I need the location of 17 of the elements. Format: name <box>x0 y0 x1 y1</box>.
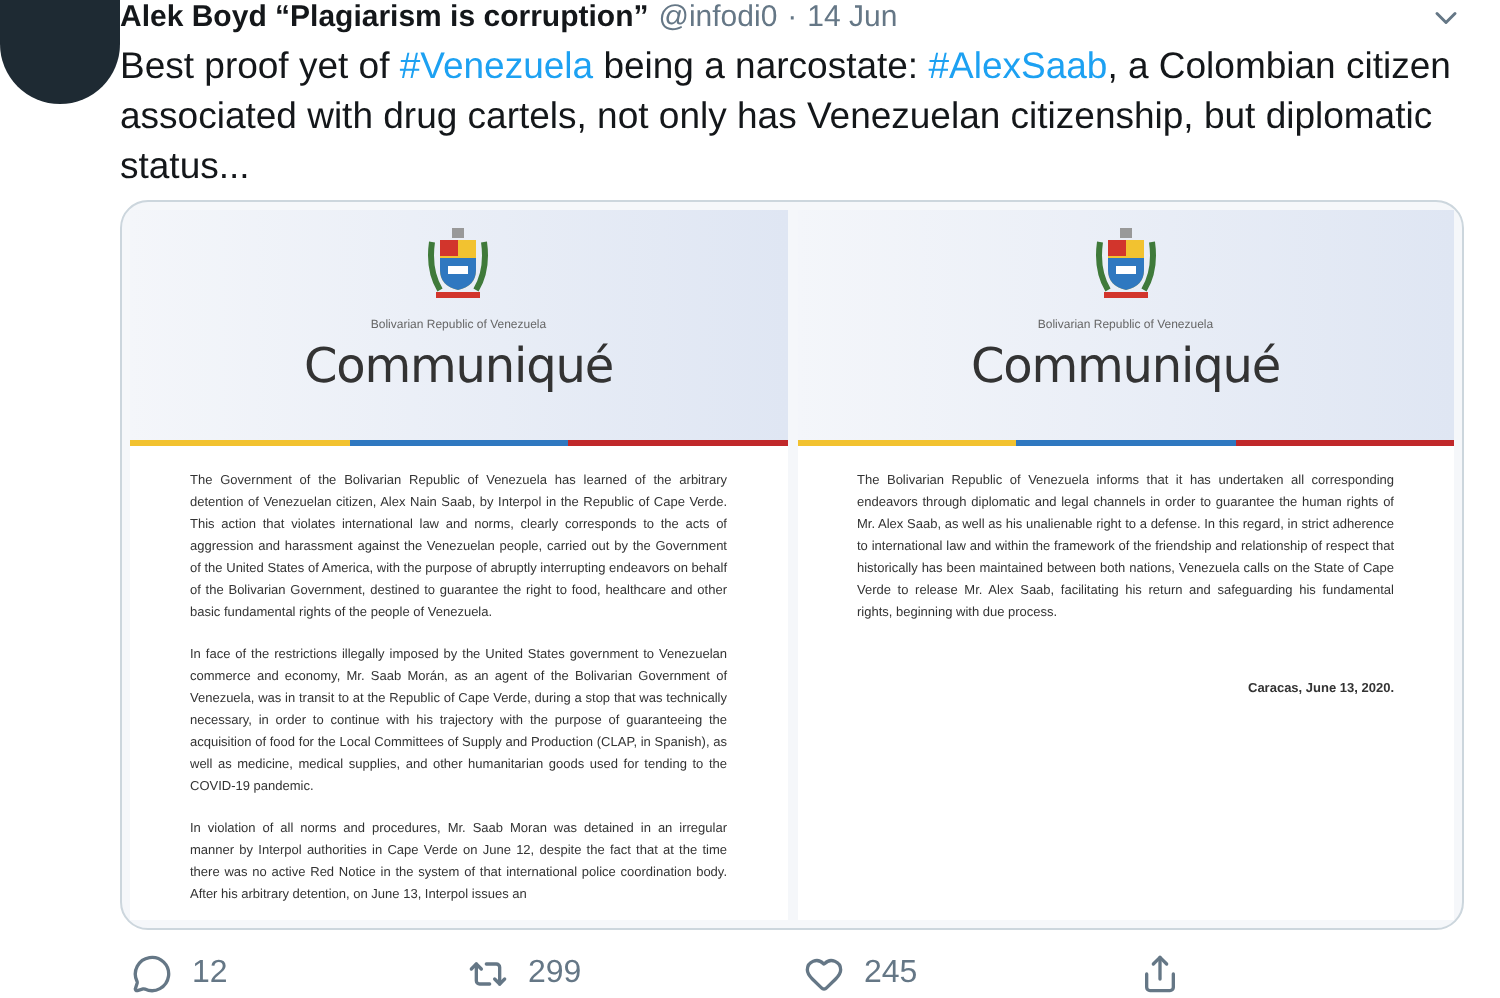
action-count: 12 <box>192 954 228 994</box>
avatar[interactable] <box>0 0 120 104</box>
tweet-date[interactable]: 14 Jun <box>807 2 898 34</box>
document-title: Communiqué <box>970 336 1280 396</box>
author-handle[interactable]: @infodi0 <box>658 2 778 34</box>
hashtag-link[interactable]: #Venezuela <box>399 44 594 86</box>
speech-bubble-icon[interactable] <box>132 954 172 994</box>
document-title: Communiqué <box>303 336 613 396</box>
share-icon[interactable] <box>1140 954 1180 994</box>
tweet-text: Best proof yet of #Venezuela being a narcostate: #AlexSaab, a Colombian citizen associated with drug cartels, not only has Venezuelan citizenship, but diplomatic status... <box>120 42 1453 190</box>
author-name[interactable]: Alek Boyd “Plagiarism is corruption” <box>120 2 649 34</box>
action-count: 245 <box>864 954 918 994</box>
media-card[interactable] <box>120 200 1464 930</box>
separator-dot: · <box>787 2 798 34</box>
hashtag-link[interactable]: #AlexSaab <box>928 44 1108 86</box>
action-count: 299 <box>528 954 582 994</box>
heart-icon[interactable] <box>804 954 844 994</box>
